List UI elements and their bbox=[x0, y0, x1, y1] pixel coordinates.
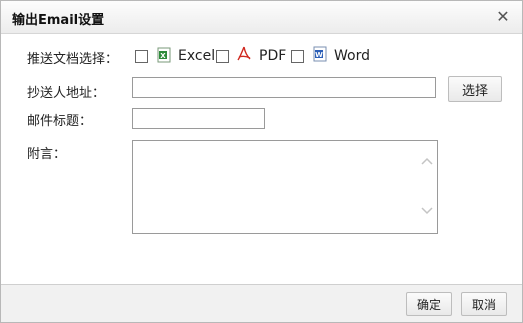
dialog-footer: 确定 取消 bbox=[1, 284, 522, 322]
pdf-label: PDF bbox=[259, 48, 287, 64]
pdf-checkbox[interactable] bbox=[216, 50, 229, 63]
svg-text:W: W bbox=[315, 51, 323, 59]
close-icon[interactable]: ✕ bbox=[495, 7, 511, 27]
note-textarea[interactable] bbox=[132, 140, 438, 234]
word-label: Word bbox=[334, 48, 370, 64]
word-icon: W bbox=[313, 46, 327, 62]
cancel-button[interactable]: 取消 bbox=[461, 292, 507, 316]
doc-select-label: 推送文档选择： bbox=[27, 52, 119, 67]
select-button[interactable]: 选择 bbox=[448, 76, 502, 102]
excel-icon: X bbox=[157, 47, 171, 63]
scroll-down-icon[interactable] bbox=[421, 205, 433, 215]
subject-label: 邮件标题： bbox=[27, 114, 93, 129]
cc-address-input[interactable] bbox=[132, 77, 436, 98]
ok-button[interactable]: 确定 bbox=[406, 292, 452, 316]
dialog-title: 输出Email设置 bbox=[12, 13, 105, 28]
dialog-titlebar: 输出Email设置 ✕ bbox=[1, 1, 522, 34]
excel-label: Excel bbox=[178, 48, 216, 64]
cc-address-label: 抄送人地址： bbox=[27, 86, 106, 101]
subject-input[interactable] bbox=[132, 108, 265, 129]
svg-text:X: X bbox=[160, 52, 166, 60]
email-settings-dialog: 输出Email设置 ✕ 推送文档选择： X Excel PDF W Word 抄… bbox=[0, 0, 523, 323]
excel-checkbox[interactable] bbox=[135, 50, 148, 63]
scroll-up-icon[interactable] bbox=[421, 155, 433, 165]
note-label: 附言： bbox=[27, 147, 67, 162]
pdf-icon bbox=[237, 46, 251, 62]
word-checkbox[interactable] bbox=[291, 50, 304, 63]
